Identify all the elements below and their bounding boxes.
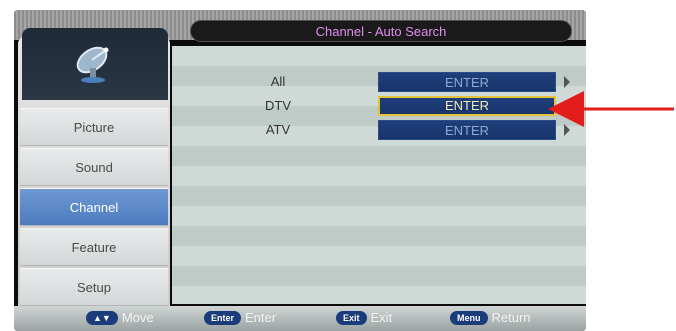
satellite-dish-icon: [76, 46, 109, 83]
menu-item-channel[interactable]: Channel: [20, 188, 168, 226]
row-label: ATV: [265, 122, 291, 137]
exit-key-badge: Exit: [336, 310, 367, 325]
all-enter-button[interactable]: ENTER: [378, 72, 556, 92]
row-all: All ENTER: [172, 72, 586, 92]
menu-item-label: Feature: [71, 239, 117, 255]
menu-key-badge: Menu: [450, 310, 488, 325]
menu-item-label: Channel: [69, 199, 119, 215]
move-key-badge: ▲▼: [86, 310, 118, 325]
red-arrow-icon: [548, 91, 674, 127]
move-hint: ▲▼ Move: [86, 310, 154, 325]
tv-screen: Channel - Auto Search Picture Sound Chan…: [14, 10, 586, 331]
atv-enter-button[interactable]: ENTER: [378, 120, 556, 140]
exit-hint-label: Exit: [370, 310, 393, 325]
dtv-enter-button[interactable]: ENTER: [378, 96, 556, 116]
row-label: All: [270, 74, 286, 89]
chevron-right-icon: [564, 76, 570, 88]
menu-item-feature[interactable]: Feature: [20, 228, 168, 266]
return-hint-label: Return: [491, 310, 531, 325]
menu-item-label: Picture: [73, 119, 115, 135]
move-hint-label: Move: [121, 310, 154, 325]
menu-item-label: Setup: [77, 279, 111, 295]
enter-hint: Enter Enter: [204, 310, 276, 325]
row-dtv: DTV ENTER: [172, 96, 586, 116]
enter-key-badge: Enter: [204, 310, 242, 325]
row-label: DTV: [265, 98, 291, 113]
menu-item-sound[interactable]: Sound: [20, 148, 168, 186]
menu-item-setup[interactable]: Setup: [20, 268, 168, 306]
page-title: Channel - Auto Search: [315, 23, 447, 39]
menu-item-label: Sound: [75, 159, 113, 175]
help-bar: ▲▼ Move Enter Enter Exit Exit Menu Retur…: [14, 306, 586, 331]
row-atv: ATV ENTER: [172, 120, 586, 140]
menu-item-picture[interactable]: Picture: [20, 108, 168, 146]
title-bar: Channel - Auto Search: [190, 20, 572, 42]
content-panel: All ENTER DTV ENTER ATV ENTER: [172, 46, 586, 304]
enter-hint-label: Enter: [245, 310, 277, 325]
return-hint: Menu Return: [450, 310, 531, 325]
logo-box: [22, 28, 168, 100]
exit-hint: Exit Exit: [336, 310, 392, 325]
